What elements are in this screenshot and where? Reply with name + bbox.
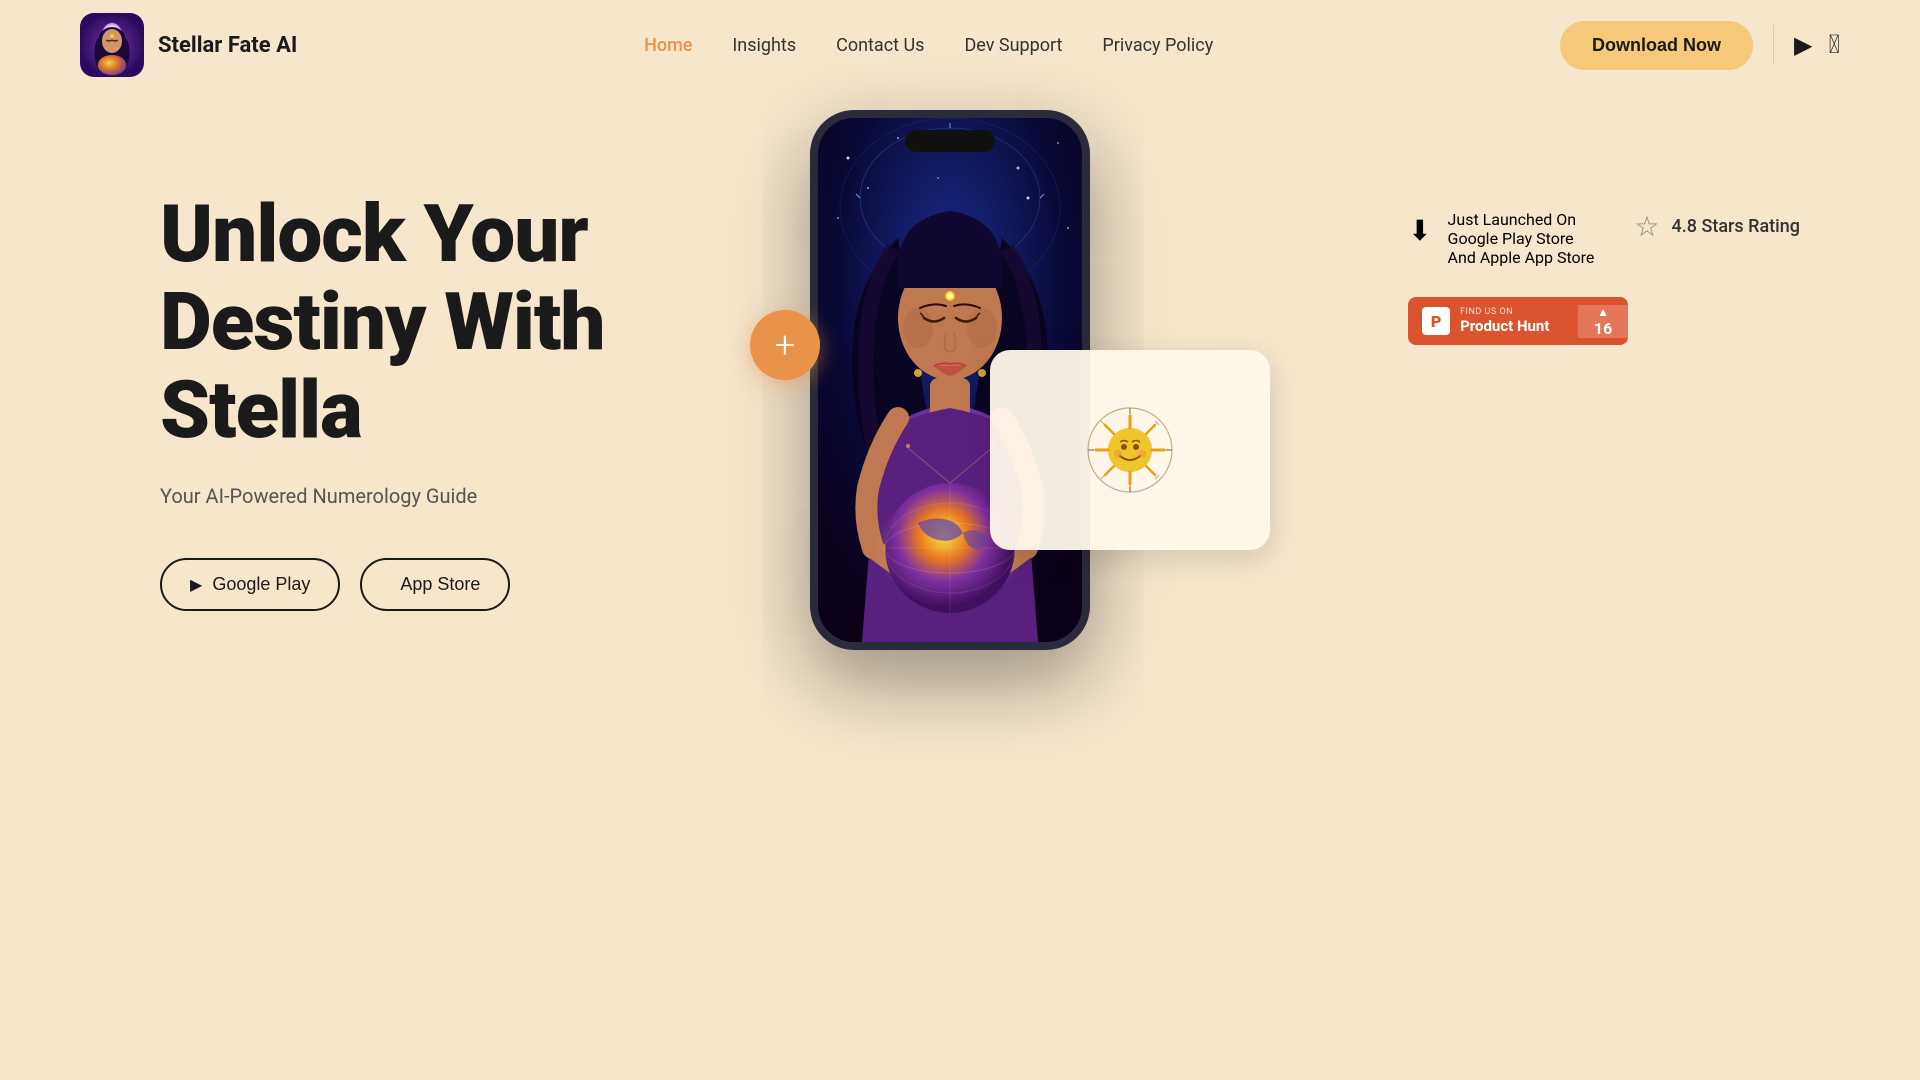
launch-line1: Just Launched On <box>1448 210 1595 229</box>
nav-divider <box>1773 25 1774 65</box>
headline-line1: Unlock Your <box>160 187 588 281</box>
nav-home[interactable]: Home <box>644 35 692 56</box>
app-store-label: App Store <box>400 574 480 595</box>
apple-icon[interactable]:  <box>1828 30 1840 60</box>
rating-text: 4.8 Stars Rating <box>1672 216 1800 237</box>
sun-symbol <box>1080 400 1180 500</box>
download-button[interactable]: Download Now <box>1560 21 1753 70</box>
nav-right: Download Now ▶  <box>1560 21 1840 70</box>
nav-privacy[interactable]: Privacy Policy <box>1102 35 1213 56</box>
ph-count-inner: ▲ 16 <box>1594 305 1612 338</box>
download-icon: ⬇ <box>1408 214 1431 247</box>
brand-name: Stellar Fate AI <box>158 33 297 58</box>
floating-card <box>990 350 1270 550</box>
product-hunt-badge[interactable]: P FIND US ON Product Hunt ▲ 16 <box>1408 297 1628 345</box>
android-icon[interactable]: ▶ <box>1794 31 1812 59</box>
nav-insights[interactable]: Insights <box>732 35 796 56</box>
logo-link[interactable]: Stellar Fate AI <box>80 13 297 77</box>
ph-left: P FIND US ON Product Hunt <box>1408 297 1578 345</box>
phone-container: + <box>810 110 1110 650</box>
ph-logo: P <box>1422 307 1450 335</box>
ph-count: ▲ 16 <box>1578 305 1628 338</box>
android-play-icon: ▶ <box>190 575 202 595</box>
plus-button[interactable]: + <box>750 310 820 380</box>
ph-number: 16 <box>1594 319 1612 338</box>
google-play-button[interactable]: ▶ Google Play <box>160 558 340 611</box>
app-store-button[interactable]: App Store <box>360 558 510 611</box>
nav-dev[interactable]: Dev Support <box>964 35 1062 56</box>
launch-line3: And Apple App Store <box>1448 248 1595 267</box>
launch-line2: Google Play Store <box>1448 229 1595 248</box>
hero-center: + <box>810 110 1110 650</box>
ph-name: Product Hunt <box>1460 317 1549 335</box>
star-icon: ☆ <box>1634 210 1659 243</box>
navbar: Stellar Fate AI Home Insights Contact Us… <box>0 0 1920 90</box>
hero-headline: Unlock Your Destiny With Stella <box>160 190 605 454</box>
logo-image <box>80 13 144 77</box>
headline-line3: Stella <box>160 363 362 457</box>
rating-area: ☆ 4.8 Stars Rating <box>1634 210 1800 243</box>
headline-line2: Destiny With <box>160 275 605 369</box>
nav-links: Home Insights Contact Us Dev Support Pri… <box>644 35 1213 56</box>
hero-right: ⬇ Just Launched On Google Play Store And… <box>1408 210 1800 345</box>
ph-arrow-icon: ▲ <box>1597 305 1609 319</box>
hero-left: Unlock Your Destiny With Stella Your AI-… <box>160 110 605 611</box>
nav-store-icons: ▶  <box>1794 30 1840 60</box>
google-play-label: Google Play <box>212 574 310 595</box>
ph-text-block: FIND US ON Product Hunt <box>1460 307 1549 335</box>
launch-text: Just Launched On Google Play Store And A… <box>1448 210 1595 267</box>
hero-buttons: ▶ Google Play App Store <box>160 558 605 611</box>
nav-contact[interactable]: Contact Us <box>836 35 924 56</box>
phone-notch <box>905 130 995 152</box>
ph-find-label: FIND US ON <box>1460 307 1549 317</box>
launch-info: ⬇ Just Launched On Google Play Store And… <box>1408 210 1800 267</box>
hero-section: Unlock Your Destiny With Stella Your AI-… <box>0 90 1920 1080</box>
hero-subtitle: Your AI-Powered Numerology Guide <box>160 484 605 508</box>
